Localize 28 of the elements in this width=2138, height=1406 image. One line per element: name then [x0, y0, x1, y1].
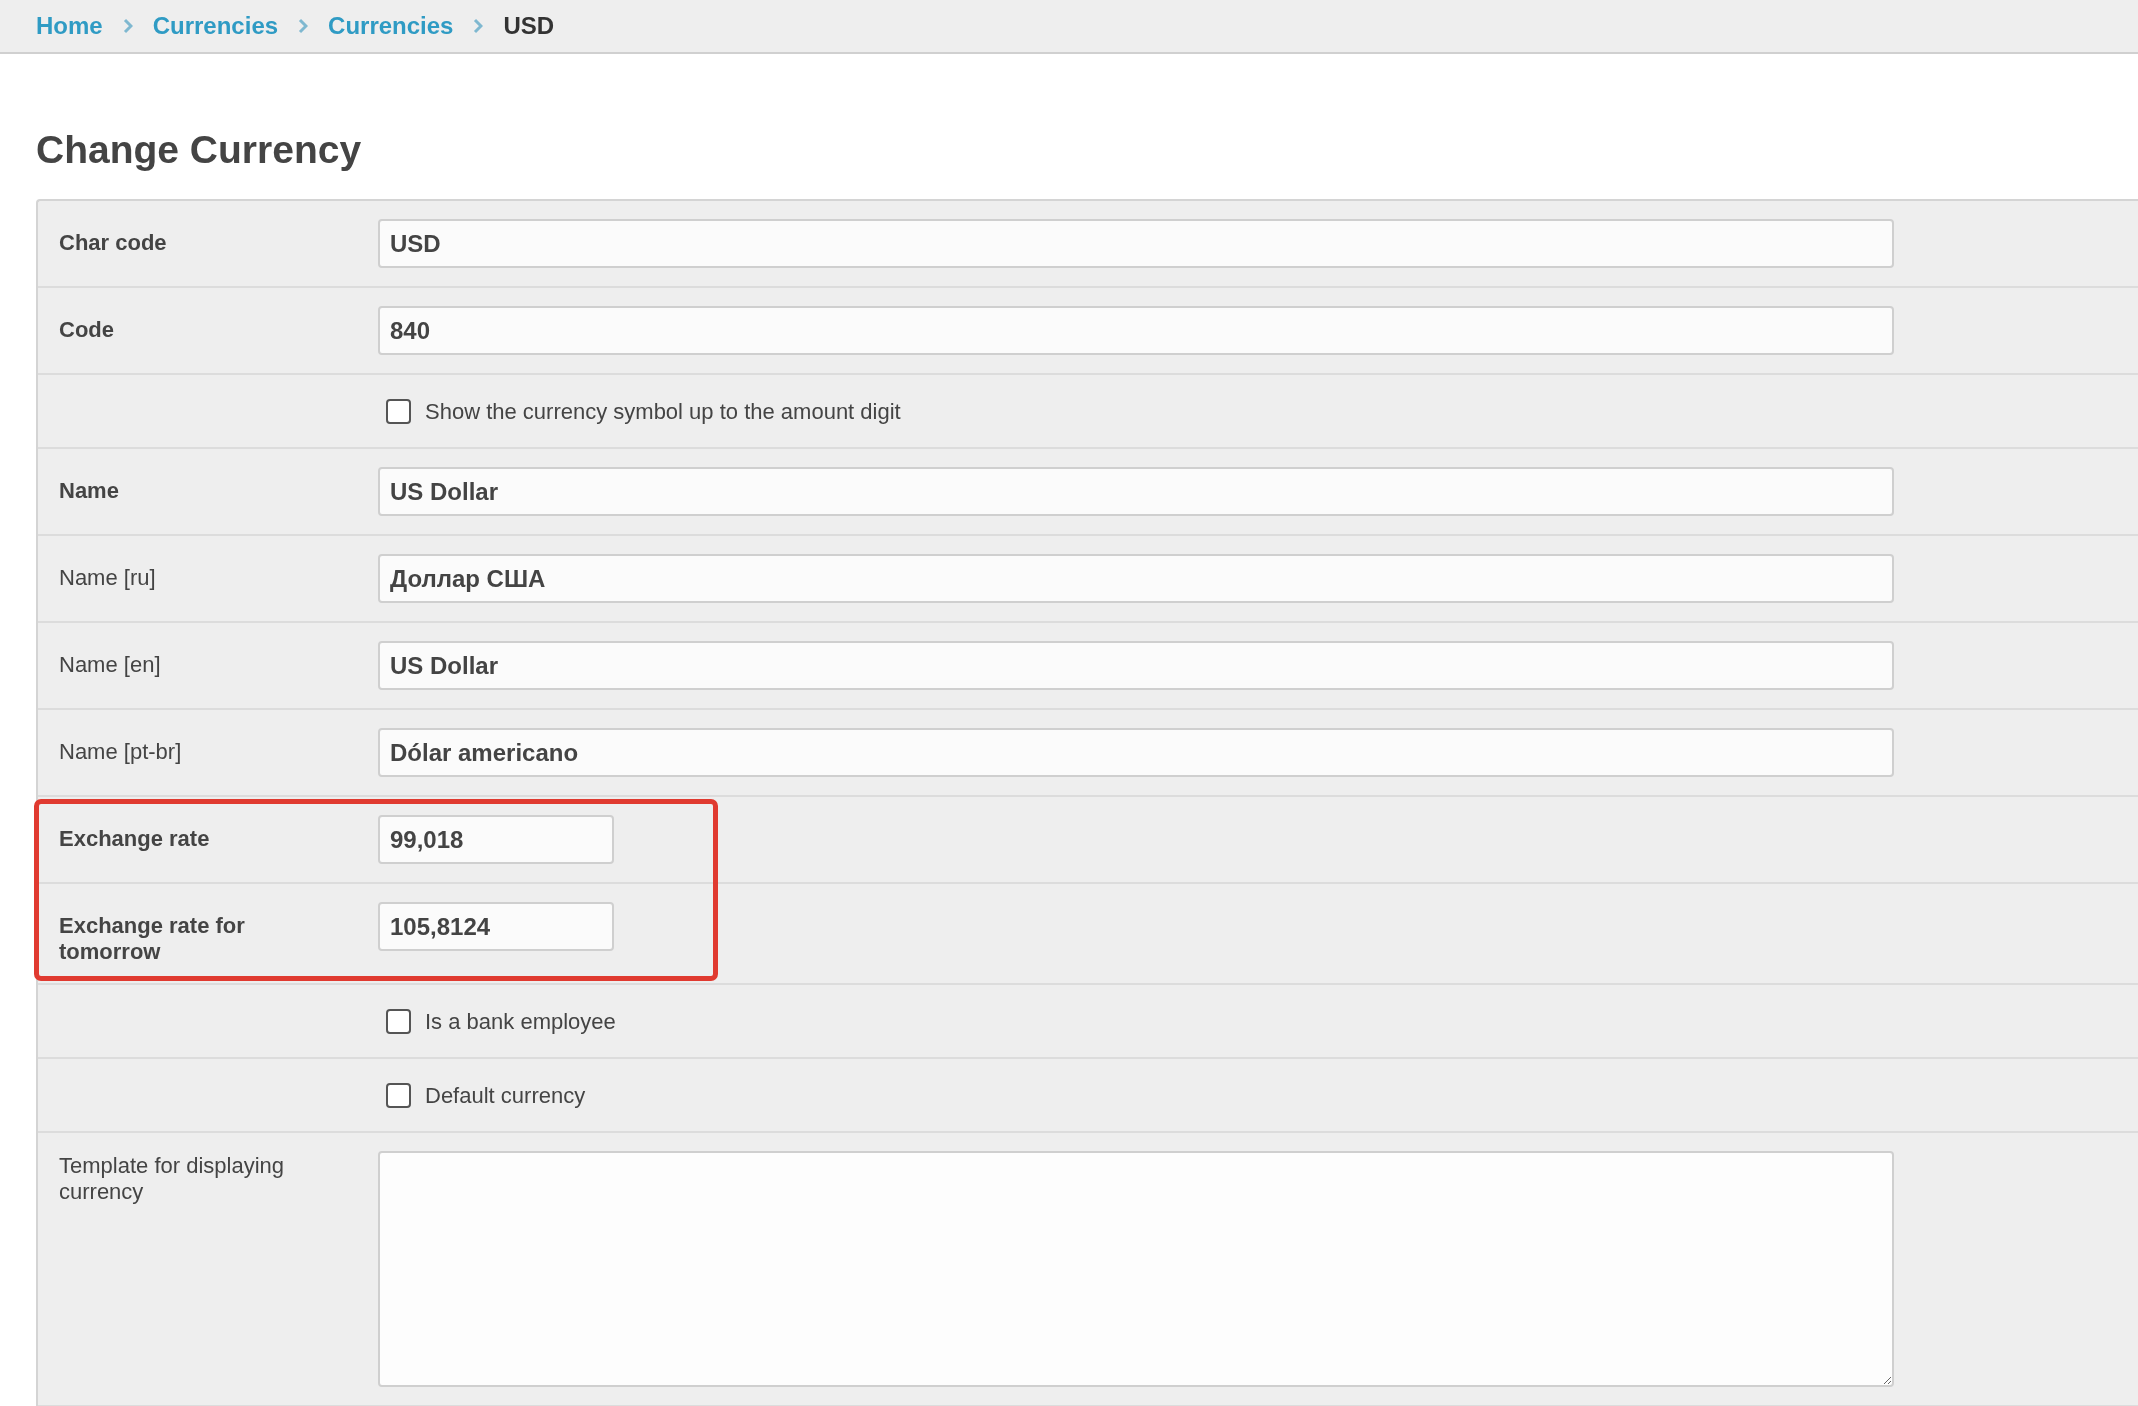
field-label: Name	[59, 477, 120, 504]
field-label: Name [pt-br]	[59, 738, 183, 765]
text-field[interactable]: 99,018	[378, 815, 614, 864]
field-label: Name [en]	[59, 651, 162, 678]
field-label: Template for displaying currency	[59, 1152, 285, 1205]
text-field[interactable]: Доллар США	[378, 554, 1894, 603]
field-label: Char code	[59, 229, 168, 256]
checkbox[interactable]	[386, 398, 411, 424]
text-field[interactable]: Dólar americano	[378, 728, 1894, 777]
chevron-right-icon	[298, 18, 309, 34]
checkbox[interactable]	[386, 1082, 411, 1108]
text-field[interactable]: US Dollar	[378, 641, 1894, 690]
chevron-right-icon	[122, 18, 133, 34]
breadcrumb-current: USD	[503, 11, 555, 41]
text-field[interactable]: US Dollar	[378, 467, 1894, 516]
checkbox-label: Default currency	[425, 1081, 586, 1110]
checkbox[interactable]	[386, 1008, 411, 1034]
chevron-right-icon	[473, 18, 484, 34]
checkbox-label: Show the currency symbol up to the amount digit	[425, 397, 901, 426]
field-label: Name [ru]	[59, 564, 157, 591]
text-field[interactable]: 105,8124	[378, 902, 614, 951]
field-label: Code	[59, 316, 115, 343]
page-title: Change Currency	[36, 130, 362, 169]
field-label: Exchange rate	[59, 825, 211, 852]
checkbox-label: Is a bank employee	[425, 1007, 616, 1036]
text-field[interactable]: 840	[378, 306, 1894, 355]
field-label: Exchange rate for tomorrow	[59, 912, 246, 965]
text-field[interactable]: USD	[378, 219, 1894, 268]
